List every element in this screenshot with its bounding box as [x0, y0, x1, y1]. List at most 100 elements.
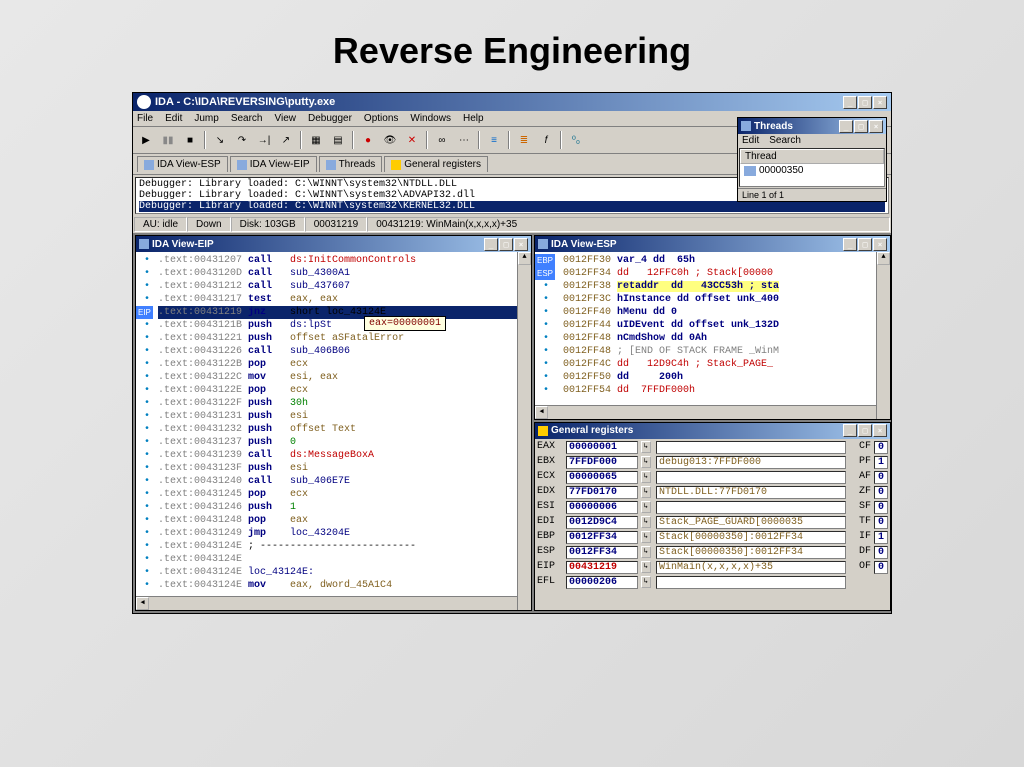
register-jump-button[interactable]: ↳: [641, 471, 651, 483]
trace-button[interactable]: ⋯: [454, 130, 474, 150]
menu-debugger[interactable]: Debugger: [308, 113, 352, 124]
disasm-line[interactable]: •.text:0043122E pop ecx: [158, 384, 529, 397]
flag-value[interactable]: 0: [874, 516, 888, 529]
horizontal-scrollbar[interactable]: ◀: [535, 405, 876, 419]
disasm-line[interactable]: •.text:00431217 test eax, eax: [158, 293, 529, 306]
register-value[interactable]: 00000065: [566, 471, 638, 484]
close-button[interactable]: ×: [873, 238, 887, 251]
flag-value[interactable]: 1: [874, 456, 888, 469]
menu-windows[interactable]: Windows: [410, 113, 451, 124]
disasm-line[interactable]: •.text:00431246 push 1: [158, 501, 529, 514]
register-value[interactable]: 0012D9C4: [566, 516, 638, 529]
menu-jump[interactable]: Jump: [194, 113, 218, 124]
menu-options[interactable]: Options: [364, 113, 398, 124]
menu-file[interactable]: File: [137, 113, 153, 124]
vertical-scrollbar[interactable]: ▲: [876, 252, 890, 419]
misc-button[interactable]: ⁰₀: [566, 130, 586, 150]
register-value[interactable]: 0012FF34: [566, 531, 638, 544]
hex-view-button[interactable]: ▤: [328, 130, 348, 150]
stack-line[interactable]: •0012FF3C hInstance dd offset unk_400: [563, 293, 888, 306]
run-button[interactable]: ▶: [136, 130, 156, 150]
disasm-line[interactable]: •.text:00431226 call sub_406B06: [158, 345, 529, 358]
breakpoint-button[interactable]: ●: [358, 130, 378, 150]
register-jump-button[interactable]: ↳: [641, 531, 651, 543]
flag-value[interactable]: 0: [874, 546, 888, 559]
disasm-line[interactable]: •.text:0043122C mov esi, eax: [158, 371, 529, 384]
maximize-button[interactable]: □: [858, 96, 872, 109]
stack-line[interactable]: •0012FF40 hMenu dd 0: [563, 306, 888, 319]
register-jump-button[interactable]: ↳: [641, 546, 651, 558]
register-value[interactable]: 00000001: [566, 441, 638, 454]
maximize-button[interactable]: □: [858, 238, 872, 251]
child-titlebar[interactable]: General registers _ □ ×: [535, 423, 890, 439]
register-value[interactable]: 00000006: [566, 501, 638, 514]
link-button[interactable]: ∞: [432, 130, 452, 150]
flag-value[interactable]: 0: [874, 501, 888, 514]
flag-value[interactable]: 0: [874, 486, 888, 499]
register-jump-button[interactable]: ↳: [641, 501, 651, 513]
list-button[interactable]: ≡: [484, 130, 504, 150]
tab-general-registers[interactable]: General registers: [384, 156, 488, 172]
stack-line[interactable]: •0012FF38 retaddr dd 43CC53h ; sta: [563, 280, 888, 293]
stack-line[interactable]: •0012FF48 nCmdShow dd 0Ah: [563, 332, 888, 345]
register-jump-button[interactable]: ↳: [641, 516, 651, 528]
flag-value[interactable]: 0: [874, 561, 888, 574]
register-value[interactable]: 77FD0170: [566, 486, 638, 499]
child-titlebar[interactable]: Threads _ □ ×: [738, 118, 886, 134]
disasm-line[interactable]: •.text:0043123F push esi: [158, 462, 529, 475]
disassembly-view[interactable]: •.text:00431207 call ds:InitCommonContro…: [136, 252, 531, 610]
register-value[interactable]: 7FFDF000: [566, 456, 638, 469]
tab-ida-view-eip[interactable]: IDA View-EIP: [230, 156, 317, 172]
minimize-button[interactable]: _: [484, 238, 498, 251]
vertical-scrollbar[interactable]: ▲: [517, 252, 531, 610]
register-value[interactable]: 00431219: [566, 561, 638, 574]
stack-line[interactable]: •0012FF44 uIDEvent dd offset unk_132D: [563, 319, 888, 332]
register-jump-button[interactable]: ↳: [641, 456, 651, 468]
disasm-line[interactable]: EIP.text:00431219 jnz short loc_43124E: [158, 306, 529, 319]
tab-ida-view-esp[interactable]: IDA View-ESP: [137, 156, 228, 172]
maximize-button[interactable]: □: [858, 424, 872, 437]
disasm-line[interactable]: •.text:00431248 pop eax: [158, 514, 529, 527]
register-jump-button[interactable]: ↳: [641, 486, 651, 498]
run-until-return-button[interactable]: ↗: [276, 130, 296, 150]
register-jump-button[interactable]: ↳: [641, 441, 651, 453]
disasm-line[interactable]: •.text:00431207 call ds:InitCommonContro…: [158, 254, 529, 267]
menu-view[interactable]: View: [275, 113, 297, 124]
tab-threads[interactable]: Threads: [319, 156, 383, 172]
disasm-line[interactable]: •.text:0043124E ; ----------------------…: [158, 540, 529, 553]
stack-view[interactable]: EBP0012FF30 var_4 dd 65hESP0012FF34 dd 1…: [535, 252, 890, 419]
disasm-line[interactable]: •.text:0043124E mov eax, dword_45A1C4: [158, 579, 529, 592]
minimize-button[interactable]: _: [843, 424, 857, 437]
menu-search[interactable]: Search: [231, 113, 263, 124]
menu-help[interactable]: Help: [463, 113, 484, 124]
close-button[interactable]: ×: [873, 96, 887, 109]
child-titlebar[interactable]: IDA View-EIP _ □ ×: [136, 236, 531, 252]
minimize-button[interactable]: _: [843, 96, 857, 109]
close-button[interactable]: ×: [869, 120, 883, 133]
disasm-line[interactable]: •.text:00431237 push 0: [158, 436, 529, 449]
horizontal-scrollbar[interactable]: ◀: [136, 596, 517, 610]
child-titlebar[interactable]: IDA View-ESP _ □ ×: [535, 236, 890, 252]
threads-list[interactable]: Thread 00000350: [739, 148, 885, 187]
minimize-button[interactable]: _: [843, 238, 857, 251]
thread-row[interactable]: 00000350: [740, 164, 884, 177]
disasm-line[interactable]: •.text:0043122B pop ecx: [158, 358, 529, 371]
open-subview-button[interactable]: ▦: [306, 130, 326, 150]
register-value[interactable]: 00000206: [566, 576, 638, 589]
disasm-line[interactable]: •.text:00431245 pop ecx: [158, 488, 529, 501]
flag-value[interactable]: 0: [874, 441, 888, 454]
register-value[interactable]: 0012FF34: [566, 546, 638, 559]
stack-line[interactable]: EBP0012FF30 var_4 dd 65h: [563, 254, 888, 267]
disasm-line[interactable]: •.text:00431239 call ds:MessageBoxA: [158, 449, 529, 462]
register-jump-button[interactable]: ↳: [641, 561, 651, 573]
disasm-line[interactable]: •.text:00431232 push offset Text: [158, 423, 529, 436]
menu-search[interactable]: Search: [769, 135, 801, 146]
disasm-line[interactable]: •.text:00431249 jmp loc_43204E: [158, 527, 529, 540]
watch-button[interactable]: 👁: [380, 130, 400, 150]
stack-line[interactable]: ESP0012FF34 dd 12FFC0h ; Stack[00000: [563, 267, 888, 280]
disasm-line[interactable]: •.text:0043122F push 30h: [158, 397, 529, 410]
flag-value[interactable]: 0: [874, 471, 888, 484]
threads-window[interactable]: Threads _ □ × Edit Search Thread 0000035…: [737, 117, 887, 202]
function-button[interactable]: ≣: [514, 130, 534, 150]
close-button[interactable]: ×: [514, 238, 528, 251]
